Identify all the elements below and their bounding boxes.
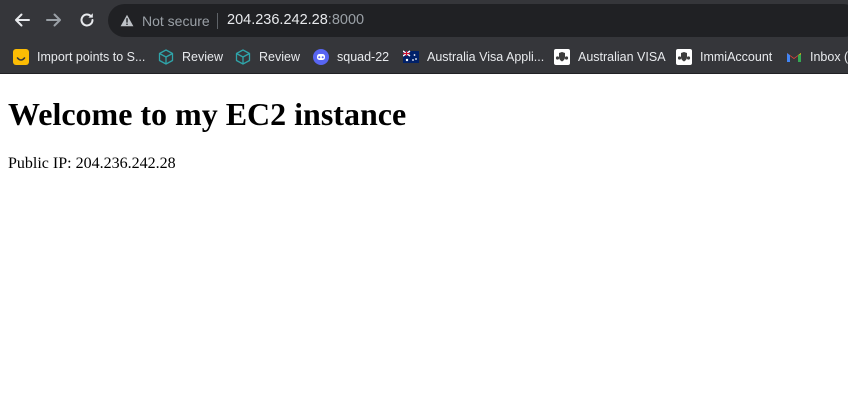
bookmark-label: Australian VISA (578, 50, 666, 64)
teal-cube-icon (235, 49, 251, 65)
arrow-right-icon (46, 13, 61, 27)
teal-cube-icon (158, 49, 174, 65)
omnibox-divider (217, 13, 218, 29)
australia-flag-icon (403, 49, 419, 65)
url-port: :8000 (327, 12, 365, 28)
address-bar[interactable]: Not secure 204.236.242.28:8000 (108, 4, 848, 37)
reload-icon (80, 13, 94, 27)
crest-icon (554, 49, 570, 65)
bookmark-label: squad-22 (337, 50, 390, 64)
page-title: Welcome to my EC2 instance (8, 96, 407, 132)
page-content: Welcome to my EC2 instance Public IP: 20… (0, 75, 848, 400)
discord-icon (313, 49, 329, 65)
bookmark-inbox[interactable]: Inbox ( (786, 47, 848, 67)
bookmark-label: Import points to S... (37, 50, 146, 64)
bookmark-label: Review (182, 50, 223, 64)
gmail-icon (786, 49, 802, 65)
url-text[interactable]: 204.236.242.28:8000 (227, 12, 364, 28)
bookmarks-bar: Import points to S... Review Review squa… (0, 40, 848, 74)
bookmark-review-2[interactable]: Review (235, 47, 300, 67)
security-status-label[interactable]: Not secure (142, 13, 210, 29)
bookmark-label: ImmiAccount (700, 50, 773, 64)
yellow-smiley-icon (13, 49, 29, 65)
bookmark-australian-visa[interactable]: Australian VISA (554, 47, 666, 67)
bookmark-import-points[interactable]: Import points to S... (13, 47, 145, 67)
bookmark-label: Australia Visa Appli... (427, 50, 545, 64)
browser-toolbar: Not secure 204.236.242.28:8000 (0, 0, 848, 40)
back-button[interactable] (10, 8, 34, 32)
bookmark-label: Inbox ( (810, 50, 848, 64)
warning-triangle-icon[interactable] (120, 14, 134, 27)
crest-icon (676, 49, 692, 65)
url-host: 204.236.242.28 (227, 12, 328, 28)
forward-button[interactable] (42, 8, 66, 32)
bookmark-immiaccount[interactable]: ImmiAccount (676, 47, 772, 67)
bookmark-australia-visa-appli[interactable]: Australia Visa Appli... (403, 47, 544, 67)
bookmark-review-1[interactable]: Review (158, 47, 223, 67)
public-ip-text: Public IP: 204.236.242.28 (8, 155, 176, 172)
reload-button[interactable] (75, 8, 99, 32)
bookmark-squad-22[interactable]: squad-22 (313, 47, 389, 67)
arrow-left-icon (15, 13, 30, 27)
bookmark-label: Review (259, 50, 300, 64)
